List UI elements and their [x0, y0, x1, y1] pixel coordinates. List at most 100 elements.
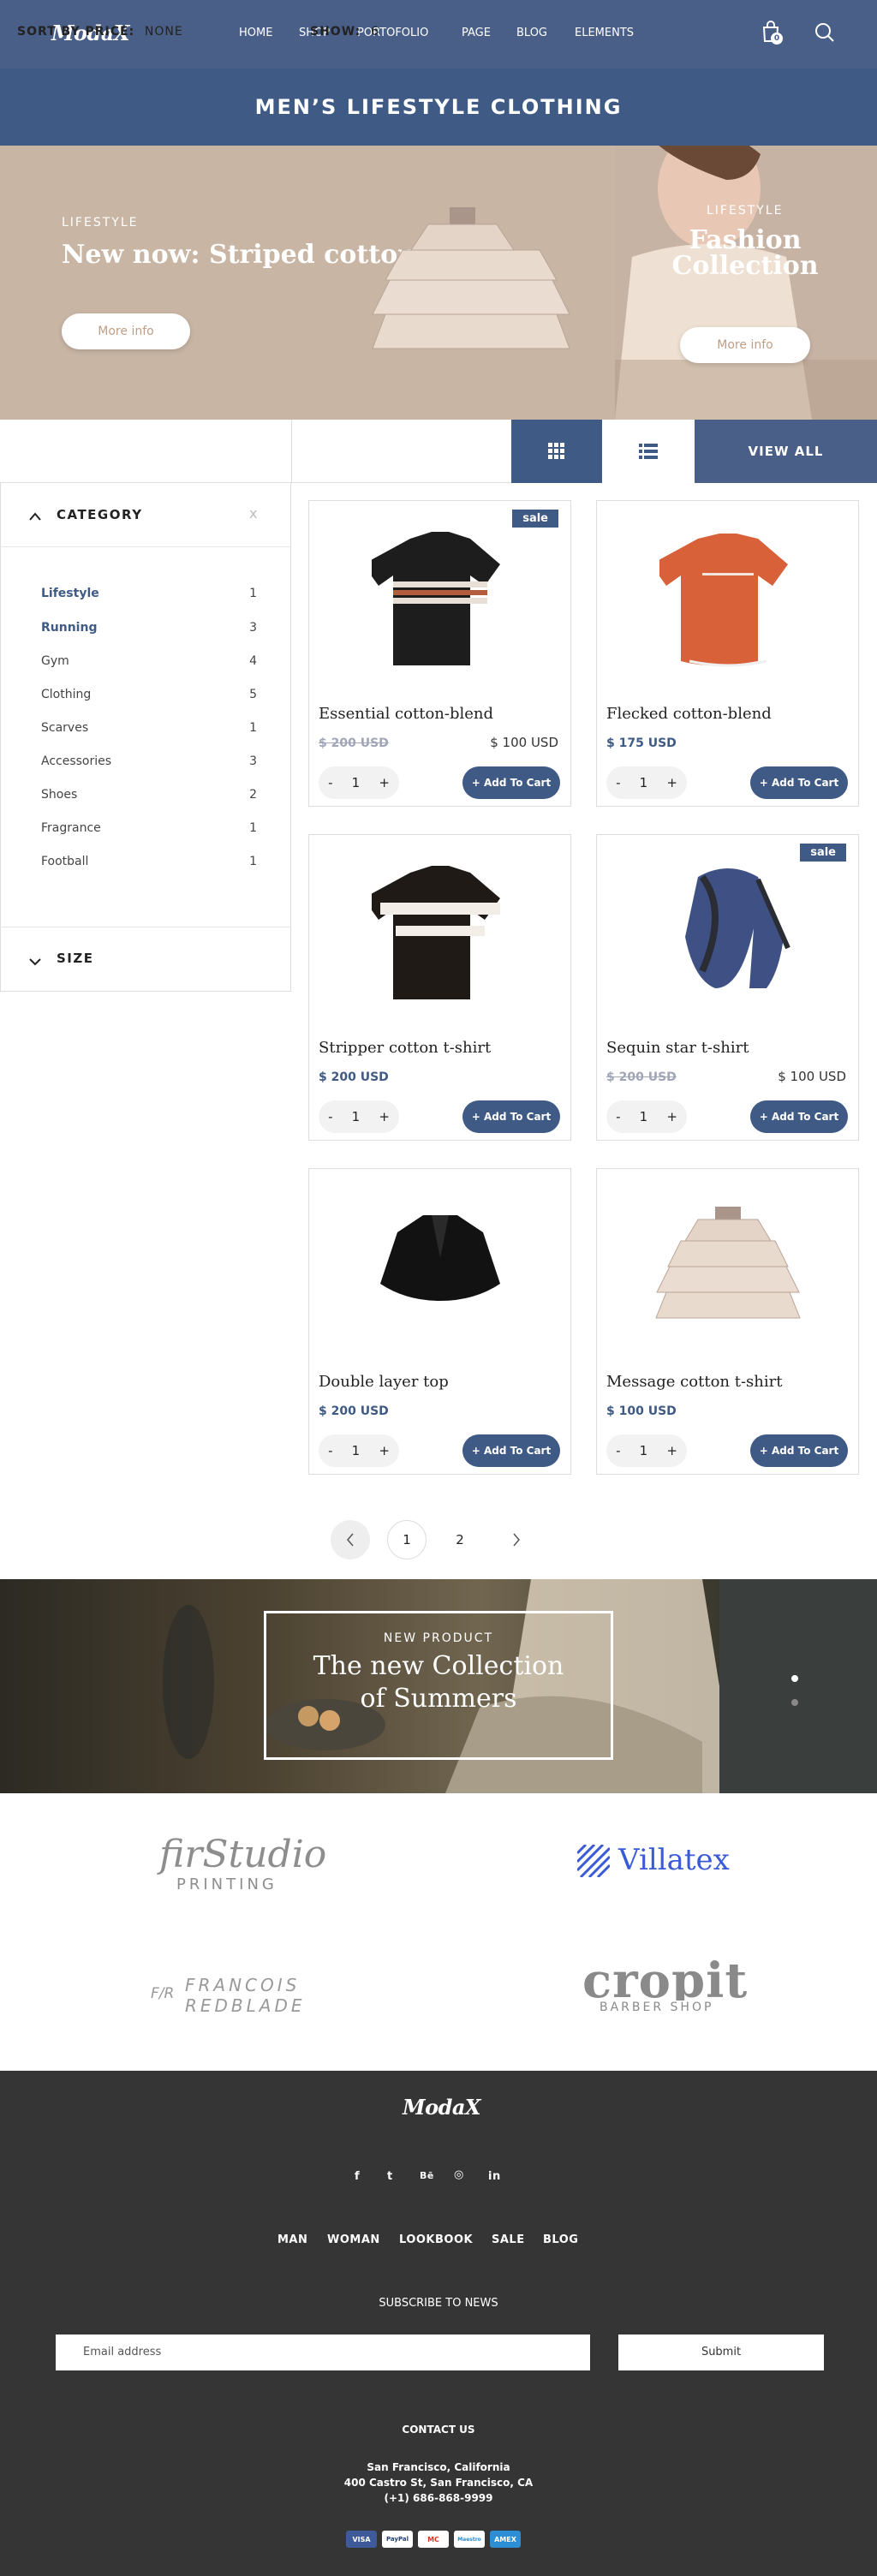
- brand-villatex: Villatex: [618, 1843, 730, 1877]
- footer-nav-sale[interactable]: SALE: [492, 2233, 525, 2246]
- product-price: $ 100 USD: [606, 1404, 677, 1418]
- amex-icon: AMEX: [490, 2531, 521, 2548]
- add-to-cart-button[interactable]: + Add To Cart: [750, 1434, 848, 1467]
- qty-value[interactable]: 1: [640, 1109, 648, 1124]
- qty-minus-button[interactable]: -: [328, 775, 332, 790]
- product-name[interactable]: Stripper cotton t-shirt: [319, 1039, 491, 1057]
- qty-minus-button[interactable]: -: [616, 1443, 620, 1458]
- hero-left-more-info-button[interactable]: More info: [62, 313, 190, 349]
- grid-view-button[interactable]: [511, 420, 602, 483]
- product-name[interactable]: Flecked cotton-blend: [606, 705, 772, 723]
- behance-icon[interactable]: Bē: [420, 2170, 434, 2181]
- twitter-icon[interactable]: t: [387, 2170, 393, 2183]
- pagination-next-button[interactable]: [497, 1520, 536, 1559]
- footer-logo[interactable]: ModaX: [403, 2095, 481, 2120]
- qty-minus-button[interactable]: -: [616, 775, 620, 790]
- chevron-down-icon[interactable]: [29, 953, 41, 969]
- footer-nav-man[interactable]: MAN: [277, 2233, 307, 2246]
- product-image[interactable]: [309, 847, 570, 1018]
- footer-nav-lookbook[interactable]: LOOKBOOK: [399, 2233, 473, 2246]
- add-to-cart-button[interactable]: + Add To Cart: [462, 1100, 560, 1133]
- product-card[interactable]: Stripper cotton t-shirt $ 200 USD - 1 + + Add…: [308, 834, 571, 1141]
- facebook-icon[interactable]: f: [355, 2170, 360, 2183]
- show-count-dropdown[interactable]: SHOW: 6: [310, 25, 379, 39]
- product-name[interactable]: Essential cotton-blend: [319, 705, 493, 723]
- product-card[interactable]: Message cotton t-shirt $ 100 USD - 1 + + Add …: [596, 1168, 859, 1475]
- category-item[interactable]: Football 1: [41, 855, 264, 874]
- qty-plus-button[interactable]: +: [379, 775, 390, 790]
- footer-nav-woman[interactable]: WOMAN: [327, 2233, 380, 2246]
- category-item[interactable]: Lifestyle 1: [41, 587, 264, 605]
- nav-page[interactable]: PAGE: [462, 27, 491, 39]
- email-field[interactable]: Email address: [56, 2334, 590, 2370]
- pagination-page-2[interactable]: 2: [440, 1520, 480, 1559]
- dribbble-icon[interactable]: ◎: [454, 2168, 464, 2181]
- qty-minus-button[interactable]: -: [328, 1443, 332, 1458]
- size-heading[interactable]: SIZE: [57, 951, 94, 966]
- product-image[interactable]: [309, 1181, 570, 1352]
- pagination-prev-button[interactable]: [331, 1520, 370, 1559]
- product-card[interactable]: Double layer top $ 200 USD - 1 + + Add To Car…: [308, 1168, 571, 1475]
- maestro-icon: Maestro: [454, 2531, 485, 2548]
- qty-plus-button[interactable]: +: [666, 775, 677, 790]
- product-old-price: $ 200 USD: [606, 1070, 677, 1084]
- footer-nav-blog[interactable]: BLOG: [543, 2233, 578, 2246]
- add-to-cart-button[interactable]: + Add To Cart: [750, 1100, 848, 1133]
- linkedin-icon[interactable]: in: [488, 2170, 501, 2183]
- qty-plus-button[interactable]: +: [666, 1443, 677, 1458]
- product-name[interactable]: Sequin star t-shirt: [606, 1039, 749, 1057]
- nav-home[interactable]: HOME: [239, 27, 272, 39]
- qty-minus-button[interactable]: -: [616, 1109, 620, 1124]
- qty-plus-button[interactable]: +: [379, 1443, 390, 1458]
- list-view-button[interactable]: [602, 420, 695, 483]
- category-item[interactable]: Fragrance 1: [41, 821, 264, 840]
- product-image[interactable]: [597, 1181, 858, 1352]
- hero-right-more-info-button[interactable]: More info: [680, 327, 810, 363]
- nav-blog[interactable]: BLOG: [516, 27, 547, 39]
- category-item[interactable]: Running 3: [41, 621, 264, 640]
- product-name[interactable]: Message cotton t-shirt: [606, 1373, 782, 1391]
- category-item[interactable]: Accessories 3: [41, 754, 264, 773]
- qty-value[interactable]: 1: [352, 1109, 361, 1124]
- qty-minus-button[interactable]: -: [328, 1109, 332, 1124]
- cart-icon[interactable]: 0: [761, 19, 783, 45]
- pagination-page-1[interactable]: 1: [387, 1520, 427, 1559]
- product-name[interactable]: Double layer top: [319, 1373, 449, 1391]
- add-to-cart-button[interactable]: + Add To Cart: [462, 1434, 560, 1467]
- category-item[interactable]: Clothing 5: [41, 688, 264, 707]
- slider-dot[interactable]: [791, 1699, 798, 1706]
- category-label: Gym: [41, 654, 69, 668]
- category-label: Clothing: [41, 688, 92, 701]
- add-to-cart-button[interactable]: + Add To Cart: [462, 766, 560, 799]
- category-close-button[interactable]: x: [249, 505, 257, 522]
- sort-label: SORT BY PRICE:: [17, 25, 135, 39]
- qty-value[interactable]: 1: [640, 775, 648, 790]
- qty-value[interactable]: 1: [352, 775, 361, 790]
- add-to-cart-button[interactable]: + Add To Cart: [750, 766, 848, 799]
- category-item[interactable]: Shoes 2: [41, 788, 264, 807]
- sale-badge: sale: [800, 844, 846, 862]
- product-card[interactable]: sale Essential cotton-blend $ 200 USD $ 100…: [308, 500, 571, 807]
- nav-elements[interactable]: ELEMENTS: [575, 27, 634, 39]
- qty-plus-button[interactable]: +: [666, 1109, 677, 1124]
- qty-value[interactable]: 1: [640, 1443, 648, 1458]
- view-all-button[interactable]: VIEW ALL: [695, 420, 877, 483]
- submit-button[interactable]: Submit: [618, 2334, 824, 2370]
- qty-value[interactable]: 1: [352, 1443, 361, 1458]
- chevron-up-icon[interactable]: [29, 508, 41, 524]
- sort-by-price-dropdown[interactable]: SORT BY PRICE: NONE: [17, 25, 183, 39]
- category-label: Football: [41, 855, 89, 868]
- category-item[interactable]: Gym 4: [41, 654, 264, 673]
- slider-dot-active[interactable]: [791, 1675, 798, 1682]
- category-heading[interactable]: CATEGORY: [57, 507, 143, 522]
- product-card[interactable]: sale Sequin star t-shirt $ 200 USD $ 100 US…: [596, 834, 859, 1141]
- category-label: Accessories: [41, 754, 112, 768]
- product-image[interactable]: [309, 513, 570, 684]
- product-image[interactable]: [597, 847, 858, 1018]
- category-item[interactable]: Scarves 1: [41, 721, 264, 740]
- sale-badge: sale: [512, 510, 558, 528]
- search-icon[interactable]: [814, 22, 835, 46]
- product-card[interactable]: Flecked cotton-blend $ 175 USD - 1 + + Add To…: [596, 500, 859, 807]
- product-image[interactable]: [597, 513, 858, 684]
- qty-plus-button[interactable]: +: [379, 1109, 390, 1124]
